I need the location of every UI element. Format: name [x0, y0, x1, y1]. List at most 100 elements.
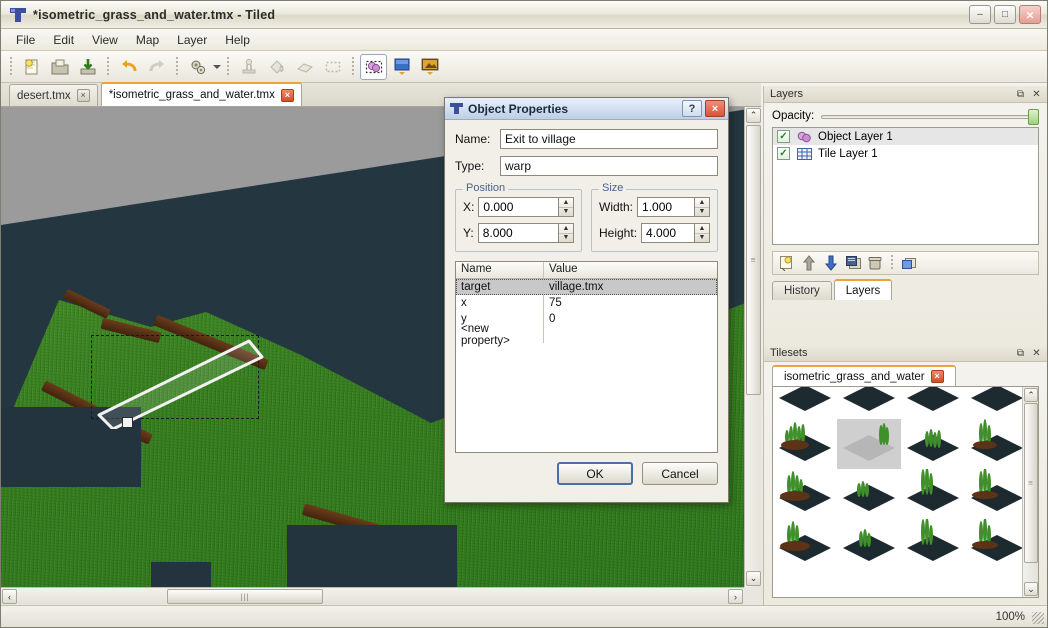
width-spinner[interactable]: 1.000 ▲ ▼ [637, 197, 710, 217]
select-rectangle-tool[interactable] [319, 54, 346, 80]
document-tab-isometric[interactable]: *isometric_grass_and_water.tmx × [100, 82, 302, 106]
resize-grip[interactable] [1032, 612, 1044, 624]
x-spinner[interactable]: 0.000 ▲ ▼ [478, 197, 574, 217]
ok-button[interactable]: OK [557, 462, 633, 485]
undo-button[interactable] [115, 54, 142, 80]
y-spinner[interactable]: 8.000 ▲ ▼ [477, 223, 574, 243]
layer-row-tile[interactable]: ✓ Tile Layer 1 [773, 145, 1038, 162]
tab-layers[interactable]: Layers [833, 279, 893, 300]
new-map-button[interactable] [18, 54, 45, 80]
layer-visibility-checkbox[interactable]: ✓ [777, 147, 790, 160]
tileset-tile[interactable] [837, 519, 901, 569]
maximize-button[interactable]: □ [994, 5, 1016, 24]
vertical-scroll-thumb[interactable]: ≡ [746, 125, 761, 395]
fill-bucket-tool[interactable] [263, 54, 290, 80]
menu-file[interactable]: File [7, 31, 44, 49]
map-properties-button[interactable] [184, 54, 211, 80]
scroll-right-button[interactable]: › [728, 589, 743, 604]
tileset-tile[interactable] [901, 387, 965, 419]
height-input[interactable]: 4.000 [641, 223, 694, 243]
tileset-scrollbar[interactable]: ⌃ ≡ ⌄ [1022, 387, 1038, 597]
menu-map[interactable]: Map [127, 31, 168, 49]
tileset-tile[interactable] [965, 387, 1029, 419]
name-input[interactable]: Exit to village [500, 129, 718, 149]
lower-layer-button[interactable] [821, 254, 841, 273]
tileset-tile[interactable] [965, 419, 1029, 469]
raise-layer-button[interactable] [799, 254, 819, 273]
x-input[interactable]: 0.000 [478, 197, 558, 217]
spinner-down-icon[interactable]: ▼ [559, 234, 573, 243]
property-value[interactable]: village.tmx [544, 279, 608, 295]
tileset-scroll-thumb[interactable]: ≡ [1024, 403, 1038, 563]
tileset-tile[interactable] [965, 469, 1029, 519]
stamp-brush-tool[interactable] [235, 54, 262, 80]
property-name[interactable]: <new property> [456, 323, 544, 347]
delete-layer-button[interactable] [865, 254, 885, 273]
table-row-new-property[interactable]: <new property> [456, 323, 717, 347]
close-icon[interactable]: × [76, 89, 90, 102]
new-layer-button[interactable] [777, 254, 797, 273]
properties-table[interactable]: Name Value target village.tmx x 75 y 0 <… [455, 261, 718, 453]
spinner-up-icon[interactable]: ▲ [559, 224, 573, 234]
selected-map-object[interactable] [87, 329, 272, 429]
canvas-horizontal-scrollbar[interactable]: ‹ ||| › [1, 587, 744, 604]
opacity-slider[interactable] [821, 109, 1039, 125]
chevron-down-icon[interactable] [213, 64, 221, 69]
width-stepper[interactable]: ▲ ▼ [694, 197, 710, 217]
menu-layer[interactable]: Layer [168, 31, 216, 49]
redo-button[interactable] [143, 54, 170, 80]
save-map-button[interactable] [74, 54, 101, 80]
property-value[interactable]: 75 [544, 295, 567, 311]
type-input[interactable]: warp [500, 156, 718, 176]
dialog-close-button[interactable]: × [705, 100, 725, 117]
height-spinner[interactable]: 4.000 ▲ ▼ [641, 223, 710, 243]
y-stepper[interactable]: ▲ ▼ [558, 223, 574, 243]
resize-handle[interactable] [122, 417, 133, 428]
property-name[interactable]: x [456, 295, 544, 311]
tileset-tile[interactable] [773, 419, 837, 469]
scroll-up-button[interactable]: ⌃ [1024, 388, 1038, 402]
menu-help[interactable]: Help [216, 31, 259, 49]
spinner-down-icon[interactable]: ▼ [695, 234, 709, 243]
close-icon[interactable]: × [930, 370, 944, 383]
dialog-help-button[interactable]: ? [682, 100, 702, 117]
y-input[interactable]: 8.000 [477, 223, 558, 243]
table-row[interactable]: x 75 [456, 295, 717, 311]
cancel-button[interactable]: Cancel [642, 462, 718, 485]
spinner-up-icon[interactable]: ▲ [695, 198, 709, 208]
spinner-up-icon[interactable]: ▲ [695, 224, 709, 234]
tileset-tile[interactable] [773, 469, 837, 519]
horizontal-scroll-thumb[interactable]: ||| [167, 589, 323, 604]
select-objects-tool[interactable] [360, 53, 387, 80]
tileset-tile-selected[interactable] [837, 419, 901, 469]
close-icon[interactable]: × [280, 88, 294, 102]
eraser-tool[interactable] [291, 54, 318, 80]
tileset-tile[interactable] [901, 469, 965, 519]
tab-history[interactable]: History [772, 281, 832, 300]
add-tile-layer-button[interactable] [388, 54, 415, 80]
layer-visibility-checkbox[interactable]: ✓ [777, 130, 790, 143]
layer-properties-button[interactable] [899, 254, 919, 273]
open-map-button[interactable] [46, 54, 73, 80]
width-input[interactable]: 1.000 [637, 197, 694, 217]
tileset-tile[interactable] [837, 469, 901, 519]
scroll-down-button[interactable]: ⌄ [1024, 582, 1038, 596]
close-icon[interactable]: ✕ [1030, 88, 1043, 101]
spinner-up-icon[interactable]: ▲ [559, 198, 573, 208]
duplicate-layer-button[interactable] [843, 254, 863, 273]
scroll-left-button[interactable]: ‹ [2, 589, 17, 604]
scroll-down-button[interactable]: ⌄ [746, 571, 761, 586]
tileset-tile[interactable] [837, 387, 901, 419]
menu-view[interactable]: View [83, 31, 127, 49]
property-name[interactable]: target [456, 279, 544, 295]
tileset-grid[interactable]: ⌃ ≡ ⌄ [772, 386, 1039, 598]
add-image-layer-button[interactable] [416, 54, 443, 80]
property-value[interactable] [544, 327, 554, 343]
menu-edit[interactable]: Edit [44, 31, 83, 49]
spinner-down-icon[interactable]: ▼ [695, 208, 709, 217]
close-button[interactable]: × [1019, 5, 1041, 24]
tileset-tile[interactable] [965, 519, 1029, 569]
tileset-tile[interactable] [773, 519, 837, 569]
minimize-button[interactable]: – [969, 5, 991, 24]
canvas-vertical-scrollbar[interactable]: ⌃ ≡ ⌄ [744, 107, 761, 587]
